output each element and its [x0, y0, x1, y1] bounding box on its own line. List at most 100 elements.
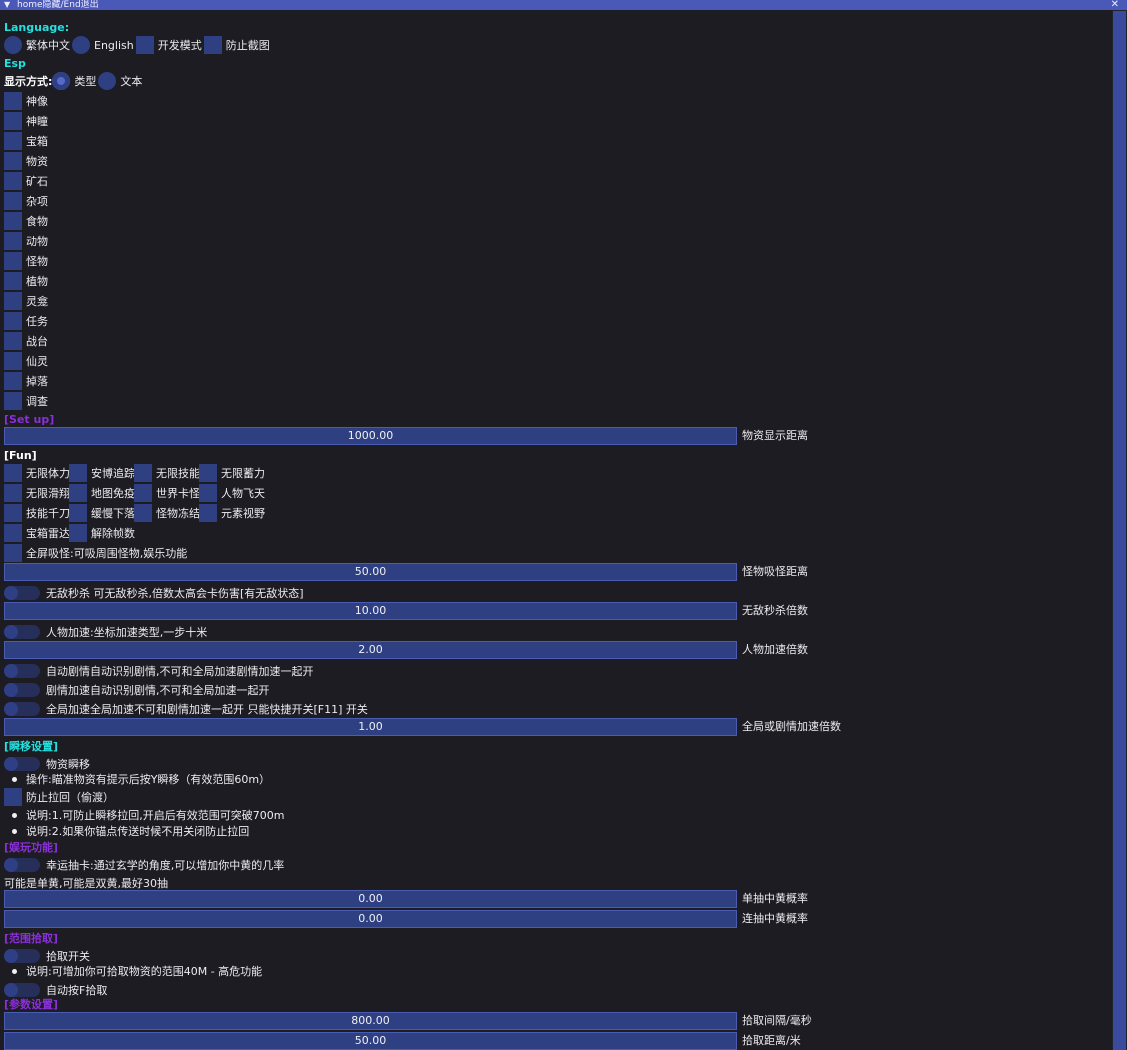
speed-row[interactable]: 人物加速:坐标加速类型,一步十米	[4, 622, 207, 642]
single-draw-slider[interactable]: 0.00	[4, 890, 737, 908]
fun-checkbox[interactable]	[199, 504, 217, 522]
fullscreen-pull-row[interactable]: 全屏吸怪:可吸周围怪物,娱乐功能	[4, 543, 187, 563]
esp-checkbox[interactable]	[4, 112, 22, 130]
esp-item-label: 调查	[26, 395, 48, 408]
lucky-draw-row[interactable]: 幸运抽卡:通过玄学的角度,可以增加你中黄的几率	[4, 855, 284, 875]
esp-checkbox[interactable]	[4, 172, 22, 190]
esp-checkbox[interactable]	[4, 92, 22, 110]
collapse-arrow-icon[interactable]: ▼	[4, 0, 10, 10]
fun-checkbox[interactable]	[69, 504, 87, 522]
esp-checkbox[interactable]	[4, 312, 22, 330]
esp-checkbox[interactable]	[4, 152, 22, 170]
title-bar[interactable]: ▼ home隐藏/End退出 ✕	[0, 0, 1127, 10]
bullet-icon	[12, 828, 17, 834]
pickup-interval-slider[interactable]: 800.00	[4, 1012, 737, 1030]
bullet-icon	[12, 812, 17, 818]
esp-checkbox[interactable]	[4, 252, 22, 270]
checkbox-label: 防止拉回（偷渡）	[26, 791, 114, 804]
fun-checkbox[interactable]	[4, 524, 22, 542]
esp-item[interactable]: 任务	[4, 311, 48, 331]
godkill-toggle[interactable]	[4, 586, 40, 600]
fun-checkbox[interactable]	[4, 464, 22, 482]
esp-checkbox[interactable]	[4, 272, 22, 290]
speed-toggle[interactable]	[4, 625, 40, 639]
fun-checkbox[interactable]	[69, 484, 87, 502]
story-speed-toggle[interactable]	[4, 683, 40, 697]
esp-item[interactable]: 仙灵	[4, 351, 48, 371]
esp-item[interactable]: 神像	[4, 91, 48, 111]
esp-checkbox[interactable]	[4, 192, 22, 210]
esp-item[interactable]: 动物	[4, 231, 48, 251]
pickup-range-slider[interactable]: 50.00	[4, 1032, 737, 1050]
esp-item[interactable]: 植物	[4, 271, 48, 291]
esp-item-label: 宝箱	[26, 135, 48, 148]
display-mode-row: 显示方式: 类型 文本	[4, 71, 144, 91]
auto-story-row[interactable]: 自动剧情自动识别剧情,不可和全局加速剧情加速一起开	[4, 661, 314, 681]
godkill-row[interactable]: 无敌秒杀 可无敌秒杀,倍数太高会卡伤害[有无敌状态]	[4, 583, 304, 603]
dev-mode-checkbox[interactable]	[135, 36, 154, 54]
esp-item[interactable]: 调查	[4, 391, 48, 411]
speed-multiplier-slider[interactable]: 2.00	[4, 641, 737, 659]
pickup-heading: [范围拾取]	[4, 932, 59, 945]
auto-story-toggle[interactable]	[4, 664, 40, 678]
esp-item-label: 植物	[26, 275, 48, 288]
anti-screenshot-checkbox[interactable]	[203, 36, 222, 54]
bullet-icon	[12, 968, 17, 974]
esp-checkbox[interactable]	[4, 132, 22, 150]
fun-checkbox[interactable]	[134, 504, 152, 522]
radio-type[interactable]	[52, 72, 71, 90]
fun-checkbox[interactable]	[199, 484, 217, 502]
slider-label: 全局或剧情加速倍数	[742, 720, 841, 733]
esp-item[interactable]: 神瞳	[4, 111, 48, 131]
esp-item[interactable]: 战台	[4, 331, 48, 351]
story-speed-row[interactable]: 剧情加速自动识别剧情,不可和全局加速一起开	[4, 680, 270, 700]
esp-item[interactable]: 杂项	[4, 191, 48, 211]
teleport-heading: [瞬移设置]	[4, 740, 59, 753]
global-speed-slider[interactable]: 1.00	[4, 718, 737, 736]
multi-draw-slider[interactable]: 0.00	[4, 910, 737, 928]
radio-traditional-chinese[interactable]	[4, 36, 22, 54]
slider-label: 无敌秒杀倍数	[742, 604, 808, 617]
radio-text[interactable]	[98, 72, 117, 90]
fun-checkbox[interactable]	[4, 484, 22, 502]
esp-checkbox[interactable]	[4, 352, 22, 370]
fun-checkbox[interactable]	[69, 524, 87, 542]
fun-option-label: 无限蓄力	[221, 467, 265, 480]
close-icon[interactable]: ✕	[1111, 0, 1119, 10]
esp-checkbox[interactable]	[4, 212, 22, 230]
fun-checkbox[interactable]	[134, 464, 152, 482]
fun-checkbox[interactable]	[69, 464, 87, 482]
esp-item[interactable]: 物资	[4, 151, 48, 171]
pull-distance-slider[interactable]: 50.00	[4, 563, 737, 581]
esp-item[interactable]: 灵龛	[4, 291, 48, 311]
fullscreen-pull-checkbox[interactable]	[4, 544, 22, 562]
radio-english[interactable]	[72, 36, 90, 54]
esp-item[interactable]: 矿石	[4, 171, 48, 191]
language-heading: Language:	[4, 20, 70, 34]
item-distance-slider[interactable]: 1000.00	[4, 427, 737, 445]
bullet-note: 说明:可增加你可拾取物资的范围40M - 高危功能	[4, 961, 262, 981]
fun-checkbox[interactable]	[134, 484, 152, 502]
esp-item[interactable]: 宝箱	[4, 131, 48, 151]
esp-checkbox[interactable]	[4, 332, 22, 350]
fun-option-label: 世界卡怪	[156, 487, 200, 500]
lucky-draw-toggle[interactable]	[4, 858, 40, 872]
fun-checkbox[interactable]	[4, 504, 22, 522]
esp-item[interactable]: 掉落	[4, 371, 48, 391]
esp-checkbox[interactable]	[4, 392, 22, 410]
esp-item-label: 食物	[26, 215, 48, 228]
global-speed-row[interactable]: 全局加速全局加速不可和剧情加速一起开 只能快捷开关[F11] 开关	[4, 699, 368, 719]
esp-checkbox[interactable]	[4, 292, 22, 310]
esp-item[interactable]: 食物	[4, 211, 48, 231]
esp-item[interactable]: 怪物	[4, 251, 48, 271]
global-speed-toggle[interactable]	[4, 702, 40, 716]
esp-checkbox[interactable]	[4, 372, 22, 390]
slider-label: 怪物吸怪距离	[742, 565, 808, 578]
fun-grid-row: 无限体力 安博追踪 无限技能 无限蓄力	[4, 463, 265, 483]
esp-checkbox[interactable]	[4, 232, 22, 250]
anti-pullback-checkbox[interactable]	[4, 788, 22, 806]
scrollbar-thumb[interactable]	[1113, 11, 1126, 1050]
fun-checkbox[interactable]	[199, 464, 217, 482]
godkill-multiplier-slider[interactable]: 10.00	[4, 602, 737, 620]
anti-pullback-row[interactable]: 防止拉回（偷渡）	[4, 787, 114, 807]
